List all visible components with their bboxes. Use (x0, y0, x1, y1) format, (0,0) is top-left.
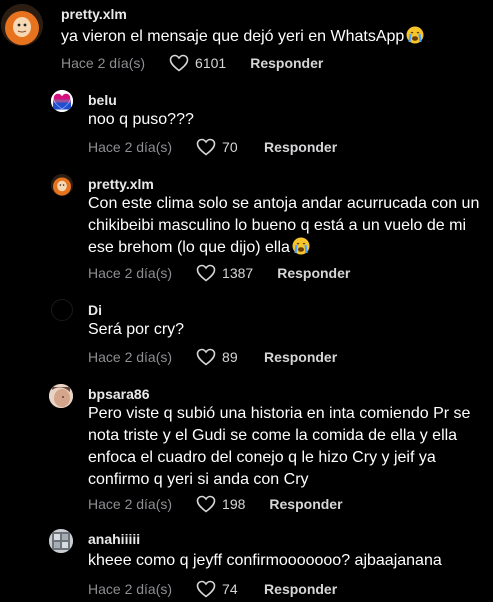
heart-icon[interactable] (169, 54, 189, 72)
like-count: 1387 (222, 265, 254, 281)
comment-text-content: ya vieron el mensaje que dejó yeri en Wh… (61, 28, 405, 45)
reply-button[interactable]: Responder (264, 349, 337, 365)
comment-item: pretty.xlm ya vieron el mensaje que dejó… (0, 0, 493, 80)
comment-text: noo q puso??? (88, 111, 194, 128)
comment-text-content: Con este clima solo se antoja andar acur… (88, 195, 480, 256)
comment-username[interactable]: belu (88, 92, 117, 108)
heart-icon[interactable] (196, 580, 216, 598)
reply-button[interactable]: Responder (277, 265, 350, 281)
like-count: 74 (222, 581, 238, 597)
like-count: 70 (222, 139, 238, 155)
reply-button[interactable]: Responder (264, 581, 337, 597)
avatar[interactable] (51, 174, 73, 196)
comment-text: Con este clima solo se antoja andar acur… (88, 193, 487, 259)
comment-date: Hace 2 día(s) (61, 55, 146, 71)
comment-meta: Hace 2 día(s) 70 Responder (88, 137, 337, 157)
like-count: 6101 (195, 55, 227, 71)
heart-icon[interactable] (196, 495, 216, 513)
comment-meta: Hace 2 día(s) 6101 Responder (61, 53, 323, 73)
loudly-crying-face-icon (292, 237, 310, 255)
heart-icon[interactable] (196, 348, 216, 366)
reply-button[interactable]: Responder (269, 496, 342, 512)
comment-date: Hace 2 día(s) (88, 581, 173, 597)
comment-date: Hace 2 día(s) (88, 139, 173, 155)
like-count: 198 (222, 496, 246, 512)
comment-meta: Hace 2 día(s) 89 Responder (88, 347, 337, 367)
like-count: 89 (222, 349, 238, 365)
comment-date: Hace 2 día(s) (88, 349, 173, 365)
avatar[interactable] (49, 529, 73, 553)
comment-meta: Hace 2 día(s) 1387 Responder (88, 263, 350, 283)
comment-username[interactable]: pretty.xlm (61, 6, 127, 22)
comment-text: Pero viste q subió una historia en inta … (88, 405, 471, 488)
avatar[interactable] (49, 384, 73, 408)
reply-button[interactable]: Responder (264, 139, 337, 155)
comment-text: Será por cry? (88, 321, 185, 338)
avatar[interactable] (1, 4, 43, 46)
reply-item: belu noo q puso??? Hace 2 día(s) 70 Resp… (0, 84, 493, 164)
comment-text: ya vieron el mensaje que dejó yeri en Wh… (61, 26, 485, 48)
reply-item: anahiiiii kheee como q jeyff confirmoooo… (0, 524, 493, 602)
comment-username[interactable]: pretty.xlm (88, 176, 154, 192)
comment-text: kheee como q jeyff confirmooooooo? ajbaa… (88, 552, 442, 569)
comment-meta: Hace 2 día(s) 74 Responder (88, 579, 337, 599)
reply-item: pretty.xlm Con este clima solo se antoja… (0, 168, 493, 294)
avatar[interactable] (51, 90, 73, 112)
comment-username[interactable]: Di (88, 302, 102, 318)
comment-meta: Hace 2 día(s) 198 Responder (88, 494, 343, 514)
heart-icon[interactable] (196, 264, 216, 282)
avatar[interactable] (51, 299, 73, 321)
comment-username[interactable]: bpsara86 (88, 386, 149, 402)
loudly-crying-face-icon (406, 26, 424, 44)
comment-date: Hace 2 día(s) (88, 496, 173, 512)
comment-date: Hace 2 día(s) (88, 265, 173, 281)
reply-item: bpsara86 Pero viste q subió una historia… (0, 378, 493, 524)
reply-button[interactable]: Responder (250, 55, 323, 71)
comment-username[interactable]: anahiiiii (88, 531, 140, 547)
heart-icon[interactable] (196, 138, 216, 156)
reply-item: Di Será por cry? Hace 2 día(s) 89 Respon… (0, 294, 493, 378)
